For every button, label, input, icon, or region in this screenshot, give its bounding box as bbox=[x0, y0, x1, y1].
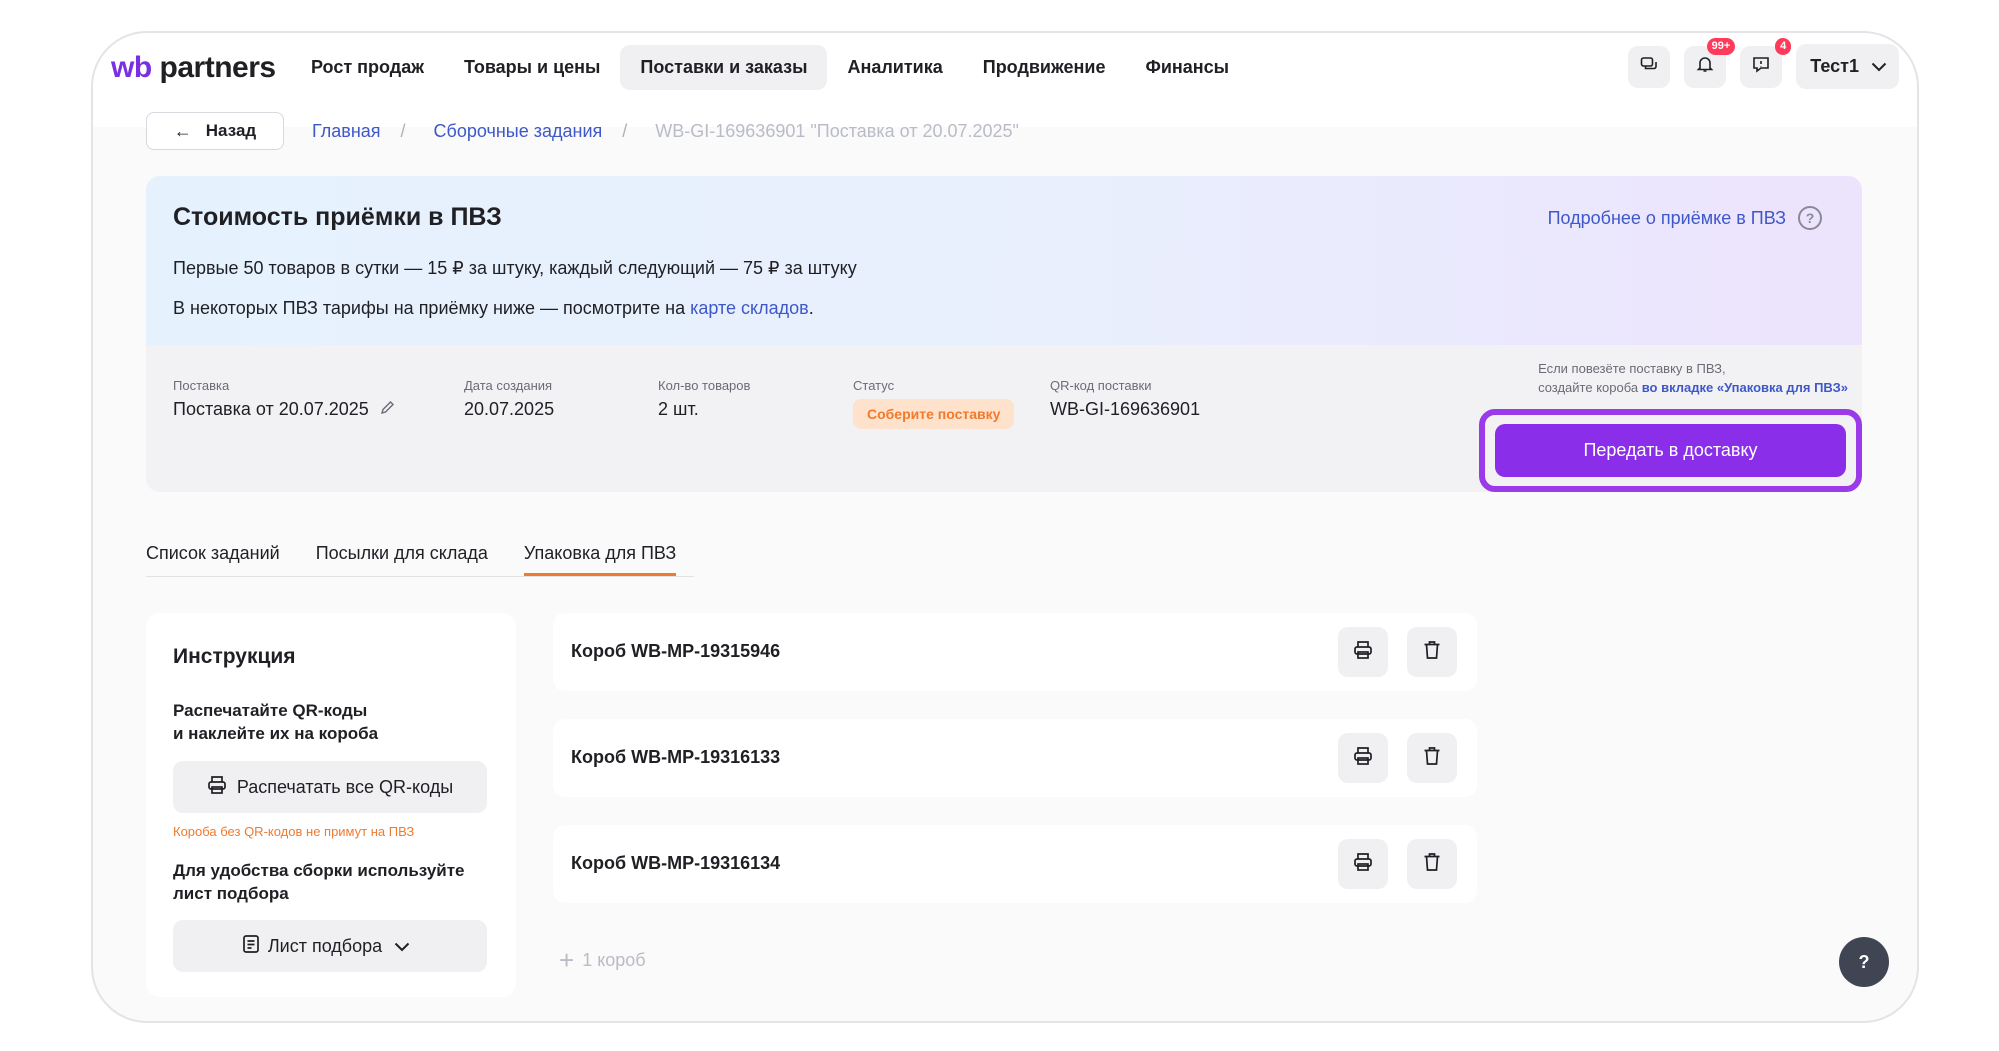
status-field: Статус Соберите поставку bbox=[853, 378, 1015, 429]
instruction-step-print: Распечатайте QR-коды и наклейте их на ко… bbox=[173, 701, 379, 743]
support-button[interactable]: 4 bbox=[1740, 37, 1792, 88]
nav-item-supplies-orders[interactable]: Поставки и заказы bbox=[620, 45, 828, 90]
items-count-field: Кол-во товаров 2 шт. bbox=[658, 378, 751, 419]
warehouse-map-link[interactable]: карте складов bbox=[690, 298, 809, 318]
trash-icon bbox=[1423, 852, 1441, 877]
supply-name: Поставка от 20.07.2025 bbox=[173, 399, 369, 419]
print-all-qr-button[interactable]: Распечатать все QR-коды bbox=[173, 761, 487, 813]
delete-box-button[interactable] bbox=[1407, 839, 1457, 889]
box-row: Короб WB-MP-19315946 bbox=[553, 613, 1477, 691]
chat-icon bbox=[1640, 55, 1658, 78]
created-date-field: Дата создания 20.07.2025 bbox=[464, 378, 555, 419]
tabs: Список заданий Посылки для склада Упаков… bbox=[146, 529, 694, 577]
transfer-to-delivery-button[interactable]: Передать в доставку bbox=[1495, 424, 1846, 477]
instruction-panel: Инструкция Распечатайте QR-коды и наклей… bbox=[146, 613, 516, 997]
breadcrumb-separator: / bbox=[400, 120, 406, 141]
app-window: wb partners Рост продаж Товары и цены По… bbox=[91, 31, 1919, 1023]
arrow-left-icon: ← bbox=[173, 120, 192, 141]
user-menu-button[interactable]: Тест1 bbox=[1796, 44, 1899, 89]
banner-pricing-text: Первые 50 товаров в сутки — 15 ₽ за штук… bbox=[173, 258, 857, 278]
user-name: Тест1 bbox=[1810, 56, 1859, 76]
bell-icon bbox=[1696, 55, 1714, 78]
print-box-button[interactable] bbox=[1338, 733, 1388, 783]
breadcrumb: ← Назад Главная / Сборочные задания / WB… bbox=[146, 112, 1019, 150]
created-date: 20.07.2025 bbox=[464, 399, 555, 419]
box-row: Короб WB-MP-19316134 bbox=[553, 825, 1477, 903]
status-badge: Соберите поставку bbox=[853, 399, 1015, 429]
tab-pvz-packaging[interactable]: Упаковка для ПВЗ bbox=[523, 529, 677, 576]
tab-tasks-list[interactable]: Список заданий bbox=[146, 529, 280, 576]
main-nav: Рост продаж Товары и цены Поставки и зак… bbox=[291, 45, 1249, 90]
document-icon bbox=[242, 934, 268, 959]
banner-title: Стоимость приёмки в ПВЗ bbox=[173, 203, 502, 231]
printer-icon bbox=[1353, 640, 1373, 665]
add-box-button[interactable]: + 1 короб bbox=[559, 945, 646, 976]
supply-name-field: Поставка Поставка от 20.07.2025 bbox=[173, 378, 395, 420]
trash-icon bbox=[1423, 640, 1441, 665]
pvz-info-link[interactable]: Подробнее о приёмке в ПВЗ ? bbox=[1548, 206, 1822, 230]
instruction-step-picklist: Для удобства сборки используйте лист под… bbox=[173, 861, 465, 903]
qr-code-field: QR-код поставки WB-GI-169636901 bbox=[1050, 378, 1201, 419]
delete-box-button[interactable] bbox=[1407, 733, 1457, 783]
items-count: 2 шт. bbox=[658, 399, 699, 419]
pencil-icon[interactable] bbox=[380, 399, 395, 419]
nav-item-sales-growth[interactable]: Рост продаж bbox=[291, 45, 444, 90]
qr-warning: Короба без QR-кодов не примут на ПВЗ bbox=[173, 824, 415, 839]
breadcrumb-current: WB-GI-169636901 "Поставка от 20.07.2025" bbox=[655, 120, 1019, 141]
tab-warehouse-parcels[interactable]: Посылки для склада bbox=[316, 529, 488, 576]
header-actions: 99+ 4 Тест1 bbox=[1614, 37, 1899, 89]
instruction-title: Инструкция bbox=[173, 645, 296, 668]
cta-highlight: Передать в доставку bbox=[1479, 409, 1862, 492]
wb-partners-logo[interactable]: wb partners bbox=[111, 51, 276, 85]
breadcrumb-separator: / bbox=[622, 120, 628, 141]
banner-map-text: В некоторых ПВЗ тарифы на приёмку ниже —… bbox=[173, 298, 814, 318]
help-button[interactable]: ? bbox=[1839, 937, 1889, 987]
breadcrumb-home[interactable]: Главная bbox=[312, 121, 381, 142]
box-name: Короб WB-MP-19315946 bbox=[571, 641, 781, 661]
box-name: Короб WB-MP-19316133 bbox=[571, 747, 781, 767]
notifications-button[interactable]: 99+ bbox=[1684, 37, 1736, 88]
box-name: Короб WB-MP-19316134 bbox=[571, 853, 781, 873]
print-box-button[interactable] bbox=[1338, 839, 1388, 889]
supply-card: Стоимость приёмки в ПВЗ Первые 50 товаро… bbox=[146, 176, 1862, 492]
printer-icon bbox=[1353, 852, 1373, 877]
back-button[interactable]: ← Назад bbox=[146, 112, 284, 150]
nav-item-analytics[interactable]: Аналитика bbox=[827, 45, 962, 90]
nav-item-finance[interactable]: Финансы bbox=[1125, 45, 1249, 90]
support-icon bbox=[1752, 55, 1770, 78]
delete-box-button[interactable] bbox=[1407, 627, 1457, 677]
pvz-packaging-tab-link[interactable]: во вкладке «Упаковка для ПВЗ» bbox=[1642, 380, 1848, 395]
chevron-down-icon bbox=[1859, 56, 1887, 77]
breadcrumb-assembly-tasks[interactable]: Сборочные задания bbox=[434, 121, 603, 142]
pick-list-dropdown[interactable]: Лист подбора bbox=[173, 920, 487, 972]
printer-icon bbox=[207, 775, 237, 800]
chat-button[interactable] bbox=[1628, 45, 1671, 88]
chevron-down-icon bbox=[394, 936, 418, 957]
pvz-pricing-banner: Стоимость приёмки в ПВЗ Первые 50 товаро… bbox=[146, 176, 1862, 345]
print-box-button[interactable] bbox=[1338, 627, 1388, 677]
nav-item-promotion[interactable]: Продвижение bbox=[963, 45, 1126, 90]
box-row: Короб WB-MP-19316133 bbox=[553, 719, 1477, 797]
printer-icon bbox=[1353, 746, 1373, 771]
notifications-badge: 99+ bbox=[1706, 37, 1736, 55]
plus-icon: + bbox=[559, 945, 575, 975]
help-circle-icon: ? bbox=[1798, 206, 1822, 230]
support-badge: 4 bbox=[1775, 37, 1792, 55]
nav-item-products-prices[interactable]: Товары и цены bbox=[444, 45, 620, 90]
trash-icon bbox=[1423, 746, 1441, 771]
pvz-hint: Если повезёте поставку в ПВЗ, создайте к… bbox=[1538, 361, 1848, 395]
qr-code-value: WB-GI-169636901 bbox=[1050, 399, 1201, 419]
